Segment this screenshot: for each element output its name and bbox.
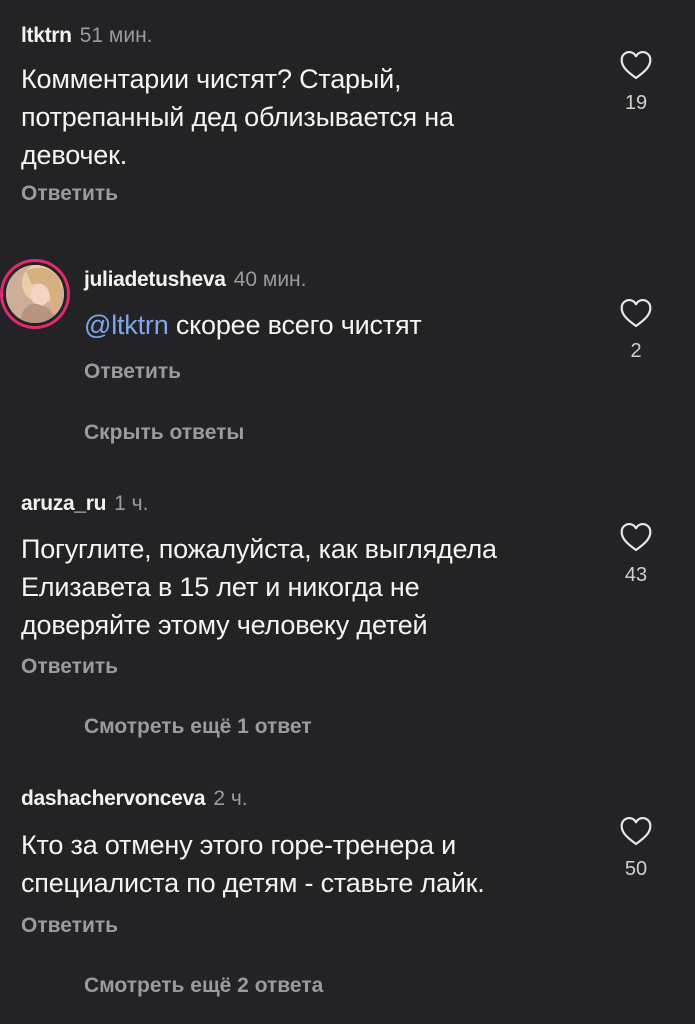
- comment-text: Погуглите, пожалуйста, как выглядела Ели…: [21, 530, 601, 644]
- like-group: 19: [606, 50, 666, 115]
- comment-header: dashachervonceva 2 ч.: [21, 787, 248, 811]
- heart-outline-icon[interactable]: [619, 816, 653, 846]
- comment-text-line: Елизавета в 15 лет и никогда не: [21, 572, 420, 602]
- like-count: 19: [624, 92, 648, 114]
- heart-outline-icon[interactable]: [619, 298, 653, 328]
- view-more-replies-button[interactable]: Смотреть ещё 1 ответ: [84, 715, 312, 739]
- avatar-photo: [3, 262, 67, 326]
- comment-text-line: специалиста по детям - ставьте лайк.: [21, 868, 485, 898]
- like-count: 50: [624, 858, 648, 880]
- comment-text: Комментарии чистят? Старый, потрепанный …: [21, 60, 591, 174]
- timestamp: 1 ч.: [114, 492, 149, 515]
- timestamp: 2 ч.: [213, 787, 248, 810]
- comment-text-line: Комментарии чистят? Старый,: [21, 64, 402, 94]
- username[interactable]: juliadetusheva: [84, 268, 226, 291]
- comment-text-content: скорее всего чистят: [168, 310, 422, 340]
- reply-button[interactable]: Ответить: [21, 655, 118, 679]
- heart-outline-icon[interactable]: [619, 50, 653, 80]
- comment-header: aruza_ru 1 ч.: [21, 492, 148, 516]
- avatar-image: [6, 265, 64, 323]
- comment-text-line: девочек.: [21, 140, 128, 170]
- mention-link[interactable]: @ltktrn: [84, 310, 169, 340]
- comment-text-line: Кто за отмену этого горе-тренера и: [21, 830, 456, 860]
- like-group: 50: [606, 816, 666, 881]
- like-group: 2: [606, 298, 666, 363]
- timestamp: 40 мин.: [233, 268, 307, 291]
- comment-text-line: Погуглите, пожалуйста, как выглядела: [21, 534, 497, 564]
- avatar[interactable]: [0, 259, 70, 329]
- username[interactable]: ltktrn: [21, 24, 72, 47]
- like-group: 43: [606, 522, 666, 587]
- comment-text-line: потрепанный дед облизывается на: [21, 102, 454, 132]
- comment-text-line: доверяйте этому человеку детей: [21, 610, 428, 640]
- view-more-replies-button[interactable]: Смотреть ещё 2 ответа: [84, 974, 323, 998]
- reply-button[interactable]: Ответить: [21, 914, 118, 938]
- comment-header: juliadetusheva 40 мин.: [84, 268, 306, 292]
- username[interactable]: dashachervonceva: [21, 787, 206, 810]
- like-count: 2: [630, 340, 642, 362]
- reply-button[interactable]: Ответить: [84, 360, 181, 384]
- comment-text: Кто за отмену этого горе-тренера и специ…: [21, 826, 601, 902]
- hide-replies-button[interactable]: Скрыть ответы: [84, 421, 244, 445]
- comment-header: ltktrn 51 мин.: [21, 24, 153, 48]
- username[interactable]: aruza_ru: [21, 492, 106, 515]
- timestamp: 51 мин.: [79, 24, 153, 47]
- heart-outline-icon[interactable]: [619, 522, 653, 552]
- reply-button[interactable]: Ответить: [21, 182, 118, 206]
- comment-text: @ltktrn скорее всего чистят: [84, 306, 584, 344]
- like-count: 43: [624, 564, 648, 586]
